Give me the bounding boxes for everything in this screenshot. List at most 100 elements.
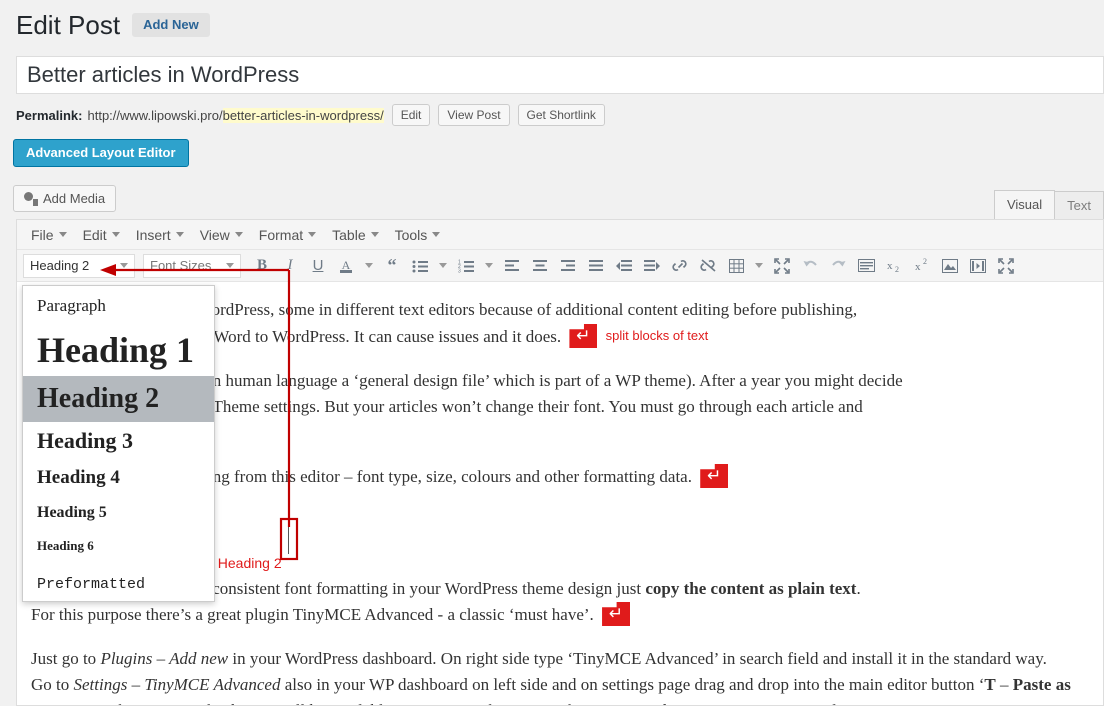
style-option-heading-1[interactable]: Heading 1 [23,324,214,376]
p6-l2-d: ’. From this moment this button will be … [58,701,903,705]
menu-file[interactable]: File [23,224,75,246]
distraction-free-icon[interactable] [993,253,1019,279]
get-shortlink-button[interactable]: Get Shortlink [517,104,605,126]
menu-insert[interactable]: Insert [128,224,192,246]
chevron-down-icon [226,263,234,268]
editor-toolbar: Heading 2 Font Sizes B I U A “ 1 2 3 x 2… [17,250,1103,282]
tab-text[interactable]: Text [1054,191,1104,221]
text-cursor [288,524,289,554]
numbered-list-chevron-down-icon[interactable] [481,253,497,279]
enter-key-marker-icon [602,602,631,626]
bullet-list-chevron-down-icon[interactable] [435,253,451,279]
align-center-icon[interactable] [527,253,553,279]
style-option-heading-6[interactable]: Heading 6 [23,530,214,562]
blockquote-icon[interactable]: “ [379,253,405,279]
style-option-heading-4[interactable]: Heading 4 [23,460,214,496]
post-title-input[interactable]: Better articles in WordPress [16,56,1104,94]
menu-edit[interactable]: Edit [75,224,128,246]
p6-l2-a: Go to [31,675,74,694]
insert-image-icon[interactable] [937,253,963,279]
remove-link-icon[interactable] [695,253,721,279]
page-title: Edit Post [16,10,121,40]
chevron-down-icon [432,232,441,237]
redo-icon[interactable] [825,253,851,279]
add-new-button[interactable]: Add New [132,13,210,37]
font-size-select[interactable]: Font Sizes [143,253,241,278]
menu-tools[interactable]: Tools [387,224,449,246]
advanced-layout-editor-button[interactable]: Advanced Layout Editor [13,139,189,167]
edit-permalink-button[interactable]: Edit [391,104,431,126]
p6-l1-italic: Plugins – Add new [100,649,229,668]
style-select-value: Heading 2 [30,258,90,273]
page-header: Edit Post Add New [16,8,210,42]
media-bar: Add Media [13,185,117,212]
menu-tools-label: Tools [394,226,428,243]
enter-key-marker-icon [700,464,729,488]
outdent-icon[interactable] [611,253,637,279]
style-option-heading-5[interactable]: Heading 5 [23,496,214,530]
indent-icon[interactable] [639,253,665,279]
svg-text:x: x [915,261,921,273]
view-post-button[interactable]: View Post [438,104,510,126]
add-media-label: Add Media [43,191,106,206]
p6-l2-b: also in your WP dashboard on left side a… [280,675,985,694]
permalink-slug: better-articles-in-wordpress/ [222,107,384,123]
style-option-heading-3[interactable]: Heading 3 [23,422,214,460]
enter-key-marker-icon [569,324,598,348]
underline-icon[interactable]: U [305,253,331,279]
text-color-chevron-down-icon[interactable] [361,253,377,279]
p6-l2-c: – [995,675,1013,694]
superscript-icon[interactable]: x2 [909,253,935,279]
permalink-row: Permalink: http://www.lipowski.pro/ bett… [16,103,605,127]
menu-view-label: View [199,226,230,243]
menu-edit-label: Edit [82,226,107,243]
chevron-down-icon [234,232,243,237]
insert-video-icon[interactable] [965,253,991,279]
tab-visual[interactable]: Visual [993,190,1056,221]
align-left-icon[interactable] [499,253,525,279]
bold-icon[interactable]: B [249,253,275,279]
split-blocks-note: split blocks of text [605,328,709,343]
menu-insert-label: Insert [135,226,171,243]
style-select[interactable]: Heading 2 [23,253,135,278]
p4-part3: . [856,579,861,598]
svg-text:2: 2 [923,258,927,266]
numbered-list-icon[interactable]: 1 2 3 [453,253,479,279]
style-dropdown-menu[interactable]: Paragraph Heading 1 Heading 2 Heading 3 … [22,285,215,602]
p6-l2-bold1: T [984,675,996,694]
chevron-down-icon [370,232,379,237]
add-media-button[interactable]: Add Media [13,185,117,212]
p6-l1-a: Just go to [31,649,101,668]
permalink-label: Permalink: [16,107,83,123]
p6-l2-italic: Settings – TinyMCE Advanced [73,675,281,694]
insert-table-icon[interactable] [723,253,749,279]
style-option-preformatted[interactable]: Preformatted [23,562,214,600]
bullet-list-icon[interactable] [407,253,433,279]
chevron-down-icon [58,232,67,237]
insert-read-more-icon[interactable] [853,253,879,279]
permalink-base-url: http://www.lipowski.pro/ [87,107,223,123]
wordpress-edit-post-screen: Edit Post Add New Better articles in Wor… [0,0,1104,706]
italic-icon[interactable]: I [277,253,303,279]
font-size-select-value: Font Sizes [150,258,212,273]
subscript-icon[interactable]: x2 [881,253,907,279]
style-option-heading-2[interactable]: Heading 2 [23,376,214,422]
svg-text:3: 3 [458,268,461,273]
svg-text:A: A [342,258,351,272]
p6-l1-b: in your WordPress dashboard. On right si… [228,649,1047,668]
menu-view[interactable]: View [192,224,251,246]
align-right-icon[interactable] [555,253,581,279]
style-option-paragraph[interactable]: Paragraph [23,286,214,324]
undo-icon[interactable] [797,253,823,279]
menu-format[interactable]: Format [251,224,324,246]
p5-text: For this purpose there’s a great plugin … [31,605,594,624]
fullscreen-icon[interactable] [769,253,795,279]
p4-bold: copy the content as plain text [645,579,857,598]
menu-table[interactable]: Table [324,224,386,246]
menu-table-label: Table [332,226,366,243]
text-color-icon[interactable]: A [333,253,359,279]
table-chevron-down-icon[interactable] [751,253,767,279]
insert-link-icon[interactable] [667,253,693,279]
align-justify-icon[interactable] [583,253,609,279]
chevron-down-icon [120,263,128,268]
